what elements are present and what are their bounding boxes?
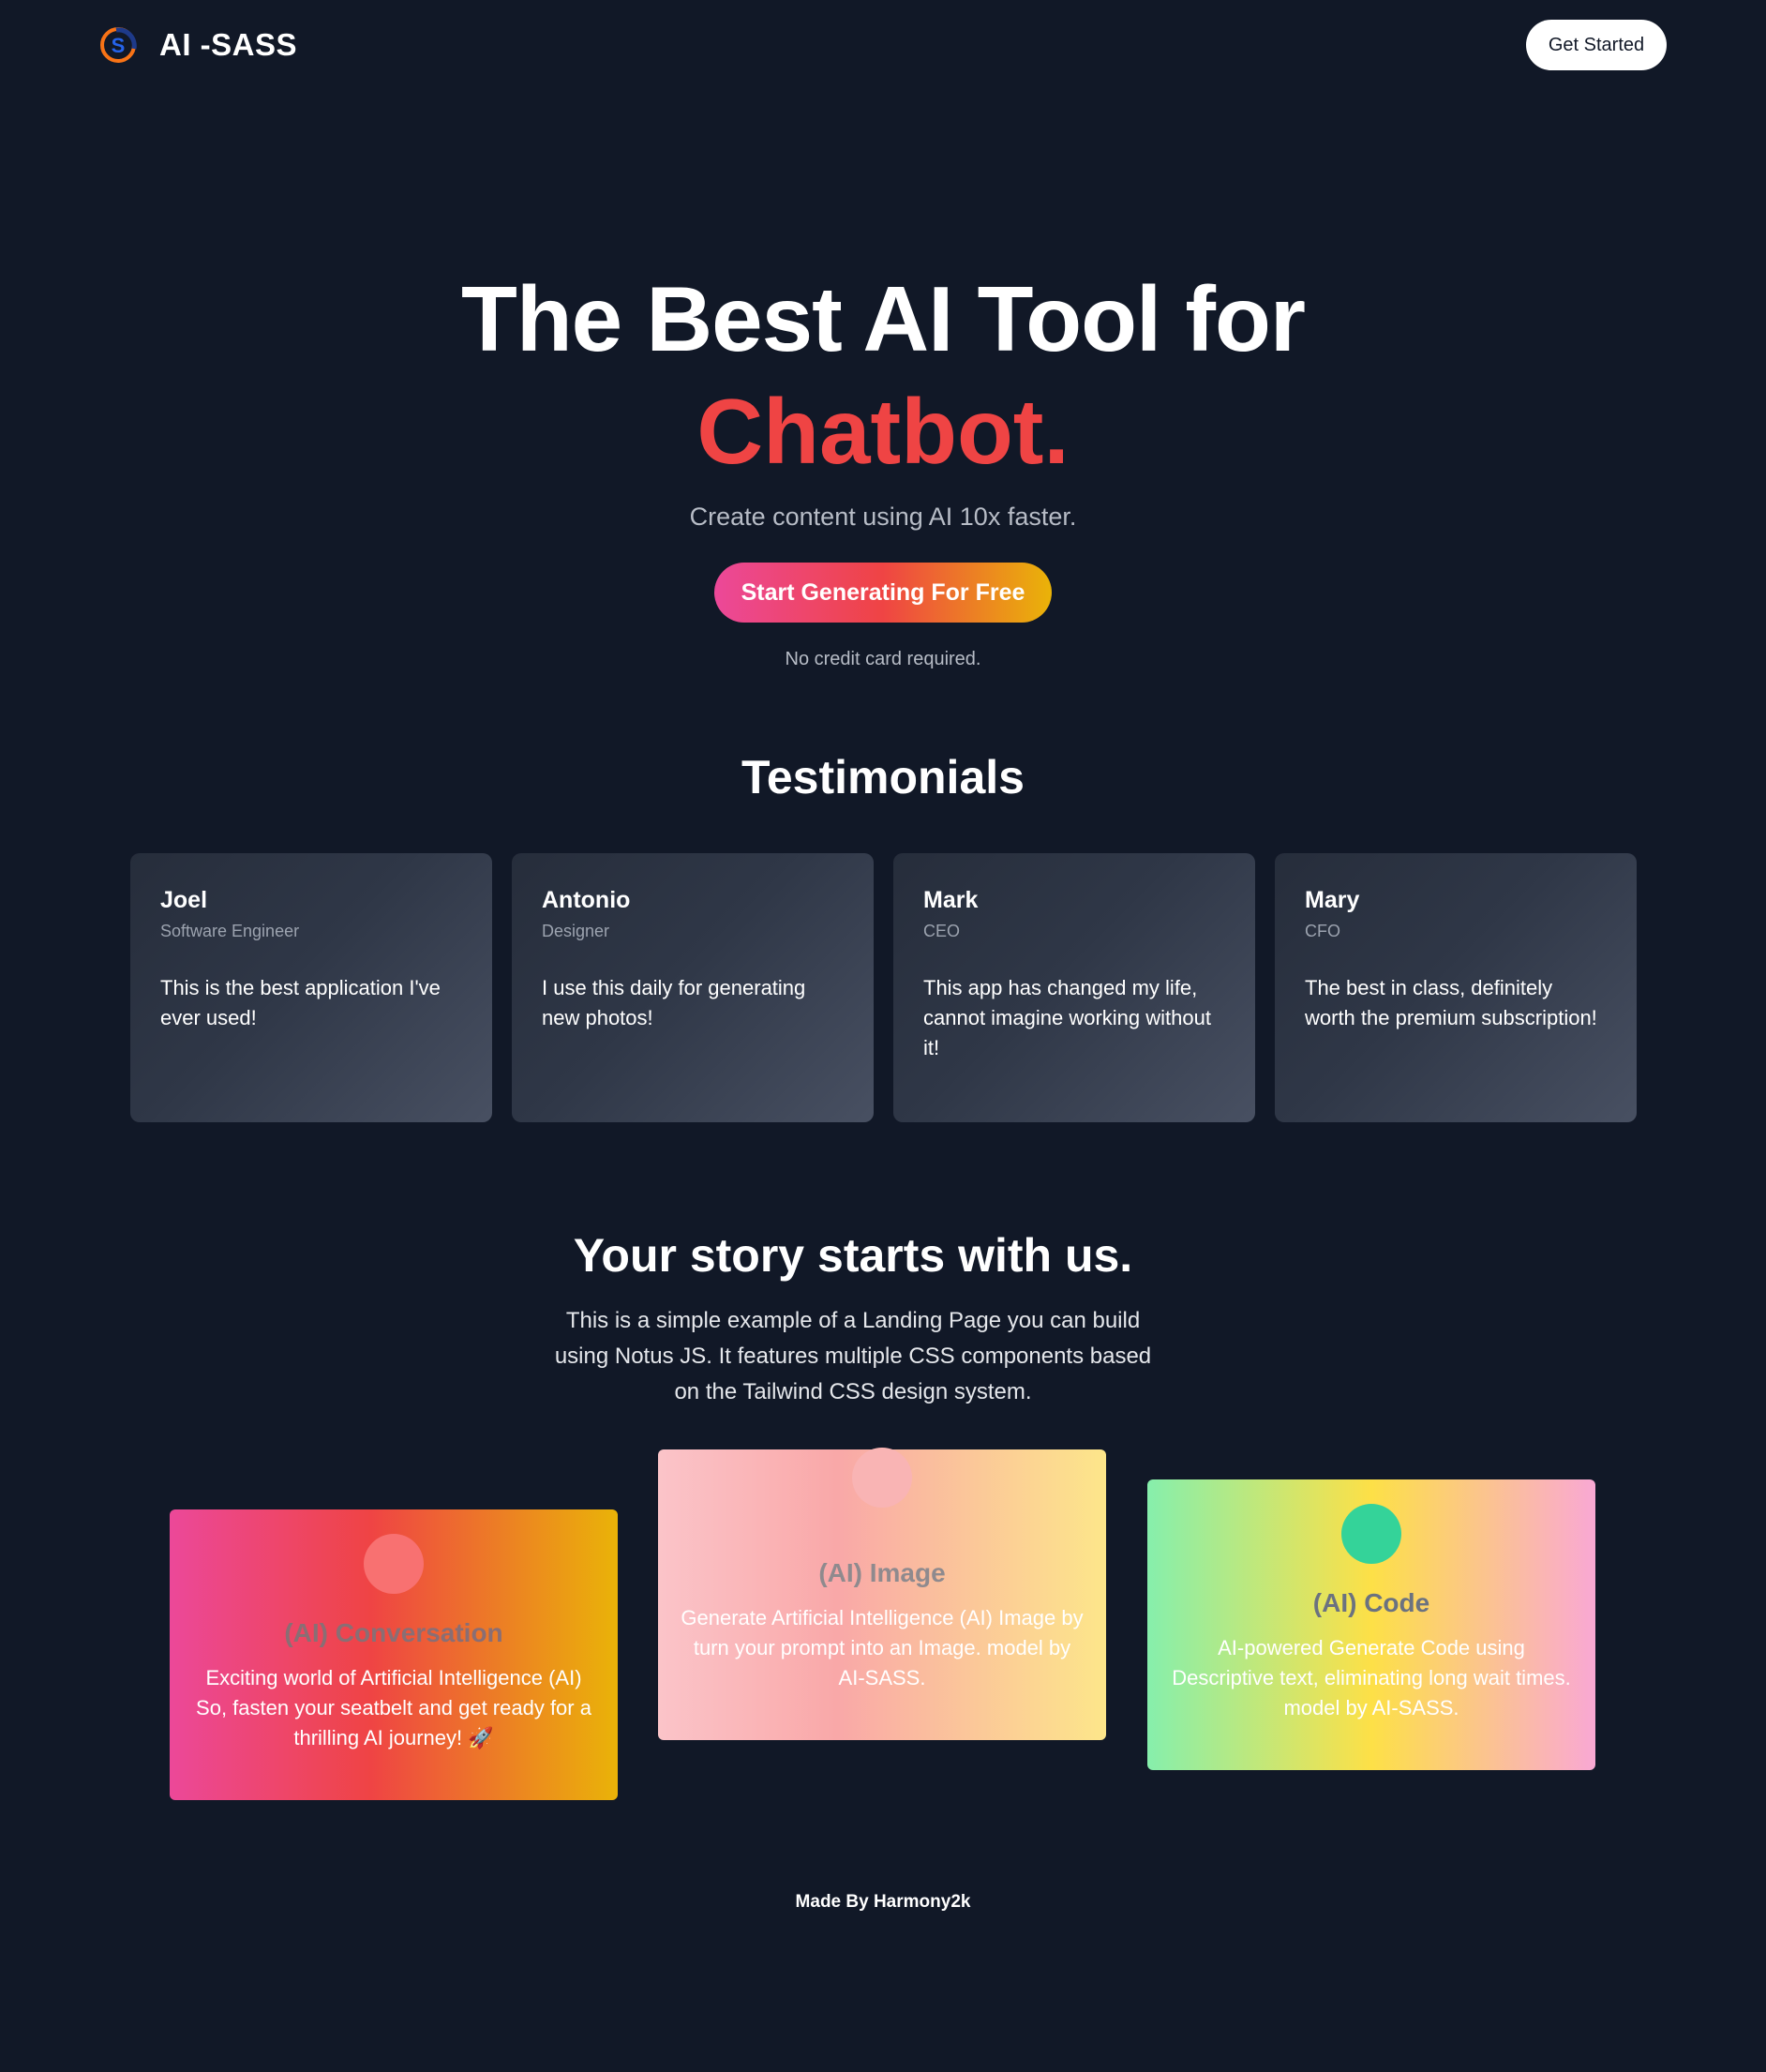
feature-description: Generate Artificial Intelligence (AI) Im… [681,1606,1084,1689]
testimonial-role: CEO [923,922,961,940]
testimonial-quote: The best in class, definitely worth the … [1305,976,1597,1029]
feature-card-code[interactable]: (AI) Code AI-powered Generate Code using… [1147,1479,1595,1770]
svg-text:S: S [112,34,126,57]
hero-accent-title: Chatbot. [696,380,1070,483]
feature-description: Exciting world of Artificial Intelligenc… [196,1666,591,1749]
footer-credit: Made By Harmony2k [795,1892,971,1912]
testimonial-name: Mark [923,887,979,913]
testimonial-name: Mary [1305,887,1360,913]
testimonial-quote: This app has changed my life, cannot ima… [923,976,1211,1059]
testimonial-role: Designer [542,922,610,940]
testimonial-card: Mark CEO This app has changed my life, c… [893,853,1255,1122]
testimonial-quote: This is the best application I've ever u… [160,976,441,1029]
testimonial-card: Antonio Designer I use this daily for ge… [512,853,874,1122]
hero-title: The Best AI Tool for [460,267,1306,370]
feature-title: (AI) Code [1312,1588,1430,1617]
get-started-button[interactable]: Get Started [1526,20,1667,70]
logo[interactable]: S AI -SASS [97,23,297,68]
feature-card-conversation[interactable]: (AI) Conversation Exciting world of Arti… [170,1509,618,1800]
testimonials-title: Testimonials [741,751,1025,803]
story-text: This is a simple example of a Landing Pa… [554,1308,1152,1404]
top-nav: S AI -SASS Get Started [0,0,1766,90]
circle-icon [364,1534,424,1594]
testimonial-card: Mary CFO The best in class, definitely w… [1275,853,1637,1122]
feature-card-image[interactable]: (AI) Image Generate Artificial Intellige… [658,1448,1106,1740]
feature-title: (AI) Conversation [284,1618,503,1647]
testimonial-card: Joel Software Engineer This is the best … [130,853,492,1122]
start-generating-button[interactable]: Start Generating For Free [714,563,1052,623]
testimonial-name: Antonio [542,887,631,913]
circle-icon [852,1448,912,1508]
feature-title: (AI) Image [818,1558,946,1587]
testimonial-name: Joel [160,887,208,913]
hero-subtitle: Create content using AI 10x faster. [689,503,1077,531]
feature-description: AI-powered Generate Code using Descripti… [1172,1636,1571,1719]
story-title: Your story starts with us. [573,1229,1133,1282]
s-logo-icon: S [100,27,137,63]
brand-name: AI -SASS [159,27,298,62]
testimonial-quote: I use this daily for generating new phot… [542,976,806,1029]
testimonial-role: CFO [1305,922,1340,940]
circle-icon [1341,1504,1401,1564]
no-credit-card-note: No credit card required. [785,649,981,669]
testimonial-role: Software Engineer [160,922,300,940]
